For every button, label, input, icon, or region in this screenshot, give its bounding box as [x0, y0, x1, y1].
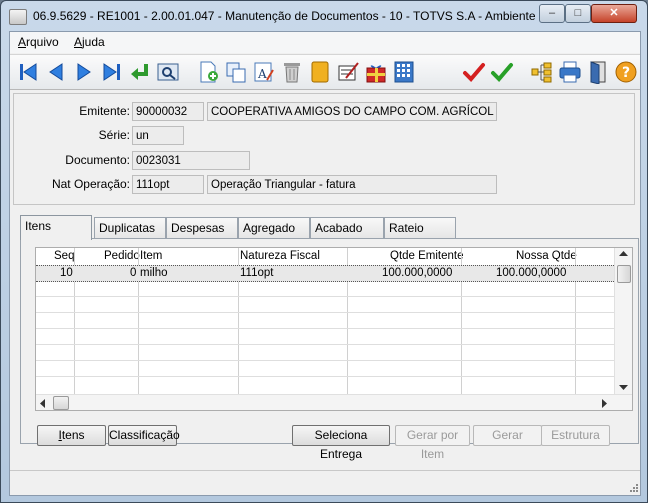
search-icon[interactable] [156, 60, 180, 84]
documento-field[interactable]: 0023031 [132, 151, 250, 170]
itens-panel: Seq Pedido Item Natureza Fiscal Qtde Emi… [20, 238, 639, 461]
tab-despesas[interactable]: Despesas [166, 217, 238, 239]
emitente-name-field[interactable]: COOPERATIVA AMIGOS DO CAMPO COM. AGRÍCOL [207, 102, 497, 121]
col-seq[interactable]: Seq [54, 250, 74, 262]
tab-itens[interactable]: Itens [20, 215, 92, 240]
menu-bar: Arquivo Ajuda [10, 32, 640, 53]
main-window: 06.9.5629 - RE1001 - 2.00.01.047 - Manut… [0, 0, 648, 503]
horizontal-scroll-thumb[interactable] [53, 396, 69, 410]
row-divider [36, 296, 614, 297]
window-title: 06.9.5629 - RE1001 - 2.00.01.047 - Manut… [33, 9, 549, 23]
scroll-up-icon[interactable] [619, 251, 628, 257]
title-bar[interactable]: 06.9.5629 - RE1001 - 2.00.01.047 - Manut… [1, 1, 647, 31]
client-area: Arquivo Ajuda A ? Emitente: 90000032 COO… [9, 31, 641, 496]
tab-acabado[interactable]: Acabado [310, 217, 384, 239]
document-header-form: Emitente: 90000032 COOPERATIVA AMIGOS DO… [13, 93, 635, 205]
tree-icon[interactable] [530, 60, 554, 84]
tab-rateio[interactable]: Rateio [384, 217, 456, 239]
resize-grip-icon[interactable] [628, 482, 638, 492]
tab-agregado[interactable]: Agregado [238, 217, 310, 239]
app-icon [9, 9, 27, 25]
gerar-button[interactable]: Gerar [473, 425, 542, 446]
col-pedido[interactable]: Pedido [104, 250, 140, 262]
cell-nossa-qtde: 100.000,0000 [496, 267, 567, 279]
close-button[interactable]: ✕ [591, 4, 637, 23]
exit-icon[interactable] [586, 60, 610, 84]
maximize-button[interactable]: □ [565, 4, 591, 23]
tab-duplicatas[interactable]: Duplicatas [94, 217, 166, 239]
menu-arquivo-accel: A [18, 35, 27, 49]
scroll-right-icon[interactable] [602, 399, 608, 408]
row-divider [36, 344, 614, 345]
cancel-icon[interactable] [308, 60, 332, 84]
scroll-down-icon[interactable] [619, 385, 628, 391]
itens-button-label: tens [61, 428, 85, 442]
cell-qtde-emitente: 100.000,0000 [382, 267, 453, 279]
row-divider [36, 328, 614, 329]
itens-button[interactable]: Itens [37, 425, 106, 446]
last-icon[interactable] [100, 60, 124, 84]
save-icon[interactable] [490, 60, 514, 84]
row-divider [36, 312, 614, 313]
gift-icon[interactable] [364, 60, 388, 84]
nat-operacao-code-field[interactable]: 111opt [132, 175, 204, 194]
row-divider [36, 360, 614, 361]
col-qtde-emitente[interactable]: Qtde Emitente [390, 250, 464, 262]
grid-header: Seq Pedido Item Natureza Fiscal Qtde Emi… [36, 248, 614, 265]
seleciona-entrega-button[interactable]: Seleciona Entrega [292, 425, 390, 461]
horizontal-scrollbar[interactable] [36, 394, 632, 410]
classificacao-button[interactable]: Classificação [108, 425, 180, 446]
nat-operacao-desc-field[interactable]: Operação Triangular - fatura [207, 175, 497, 194]
help-icon[interactable]: ? [614, 60, 638, 84]
svg-text:?: ? [622, 65, 630, 81]
col-natureza-fiscal[interactable]: Natureza Fiscal [240, 250, 320, 262]
documento-label: Documento: [65, 153, 130, 167]
serie-label: Série: [98, 128, 130, 142]
print-icon[interactable] [558, 60, 582, 84]
delete-icon[interactable] [280, 60, 304, 84]
next-icon[interactable] [72, 60, 96, 84]
emitente-label: Emitente: [79, 104, 130, 118]
cell-seq: 10 [60, 267, 73, 279]
nat-operacao-label: Nat Operação: [51, 177, 130, 191]
menu-arquivo-label: rquivo [26, 35, 59, 49]
menu-ajuda-label: juda [82, 35, 105, 49]
minimize-button[interactable]: – [539, 4, 565, 23]
calc-icon[interactable] [392, 60, 416, 84]
menu-ajuda[interactable]: Ajuda [74, 35, 105, 49]
row-divider [36, 376, 614, 377]
estrutura-button[interactable]: Estrutura [541, 425, 610, 446]
menu-ajuda-accel: A [74, 35, 83, 49]
menu-arquivo[interactable]: Arquivo [18, 35, 59, 49]
vertical-scrollbar[interactable] [614, 248, 632, 394]
vertical-scroll-thumb[interactable] [617, 265, 631, 283]
prev-icon[interactable] [44, 60, 68, 84]
copy-icon[interactable] [224, 60, 248, 84]
cell-item: milho [140, 267, 168, 279]
svg-text:A: A [257, 67, 267, 81]
table-row[interactable]: 10 0 milho 111opt 100.000,0000 100.000,0… [36, 265, 614, 282]
items-grid[interactable]: Seq Pedido Item Natureza Fiscal Qtde Emi… [35, 247, 633, 411]
confirm-icon[interactable] [462, 60, 486, 84]
goto-icon[interactable] [128, 60, 152, 84]
emitente-code-field[interactable]: 90000032 [132, 102, 204, 121]
status-bar [10, 470, 640, 494]
col-nossa-qtde[interactable]: Nossa Qtde [516, 250, 577, 262]
cell-natureza-fiscal: 111opt [240, 267, 274, 279]
scroll-left-icon[interactable] [40, 399, 46, 408]
serie-field[interactable]: un [132, 126, 184, 145]
first-icon[interactable] [16, 60, 40, 84]
edit-icon[interactable]: A [252, 60, 276, 84]
col-item[interactable]: Item [140, 250, 162, 262]
gerar-por-item-button[interactable]: Gerar por Item [395, 425, 470, 461]
new-icon[interactable] [196, 60, 220, 84]
tab-strip: Itens Duplicatas Despesas Agregado Acaba… [20, 215, 460, 240]
note-icon[interactable] [336, 60, 360, 84]
toolbar: A ? [10, 54, 640, 90]
cell-pedido: 0 [130, 267, 137, 279]
